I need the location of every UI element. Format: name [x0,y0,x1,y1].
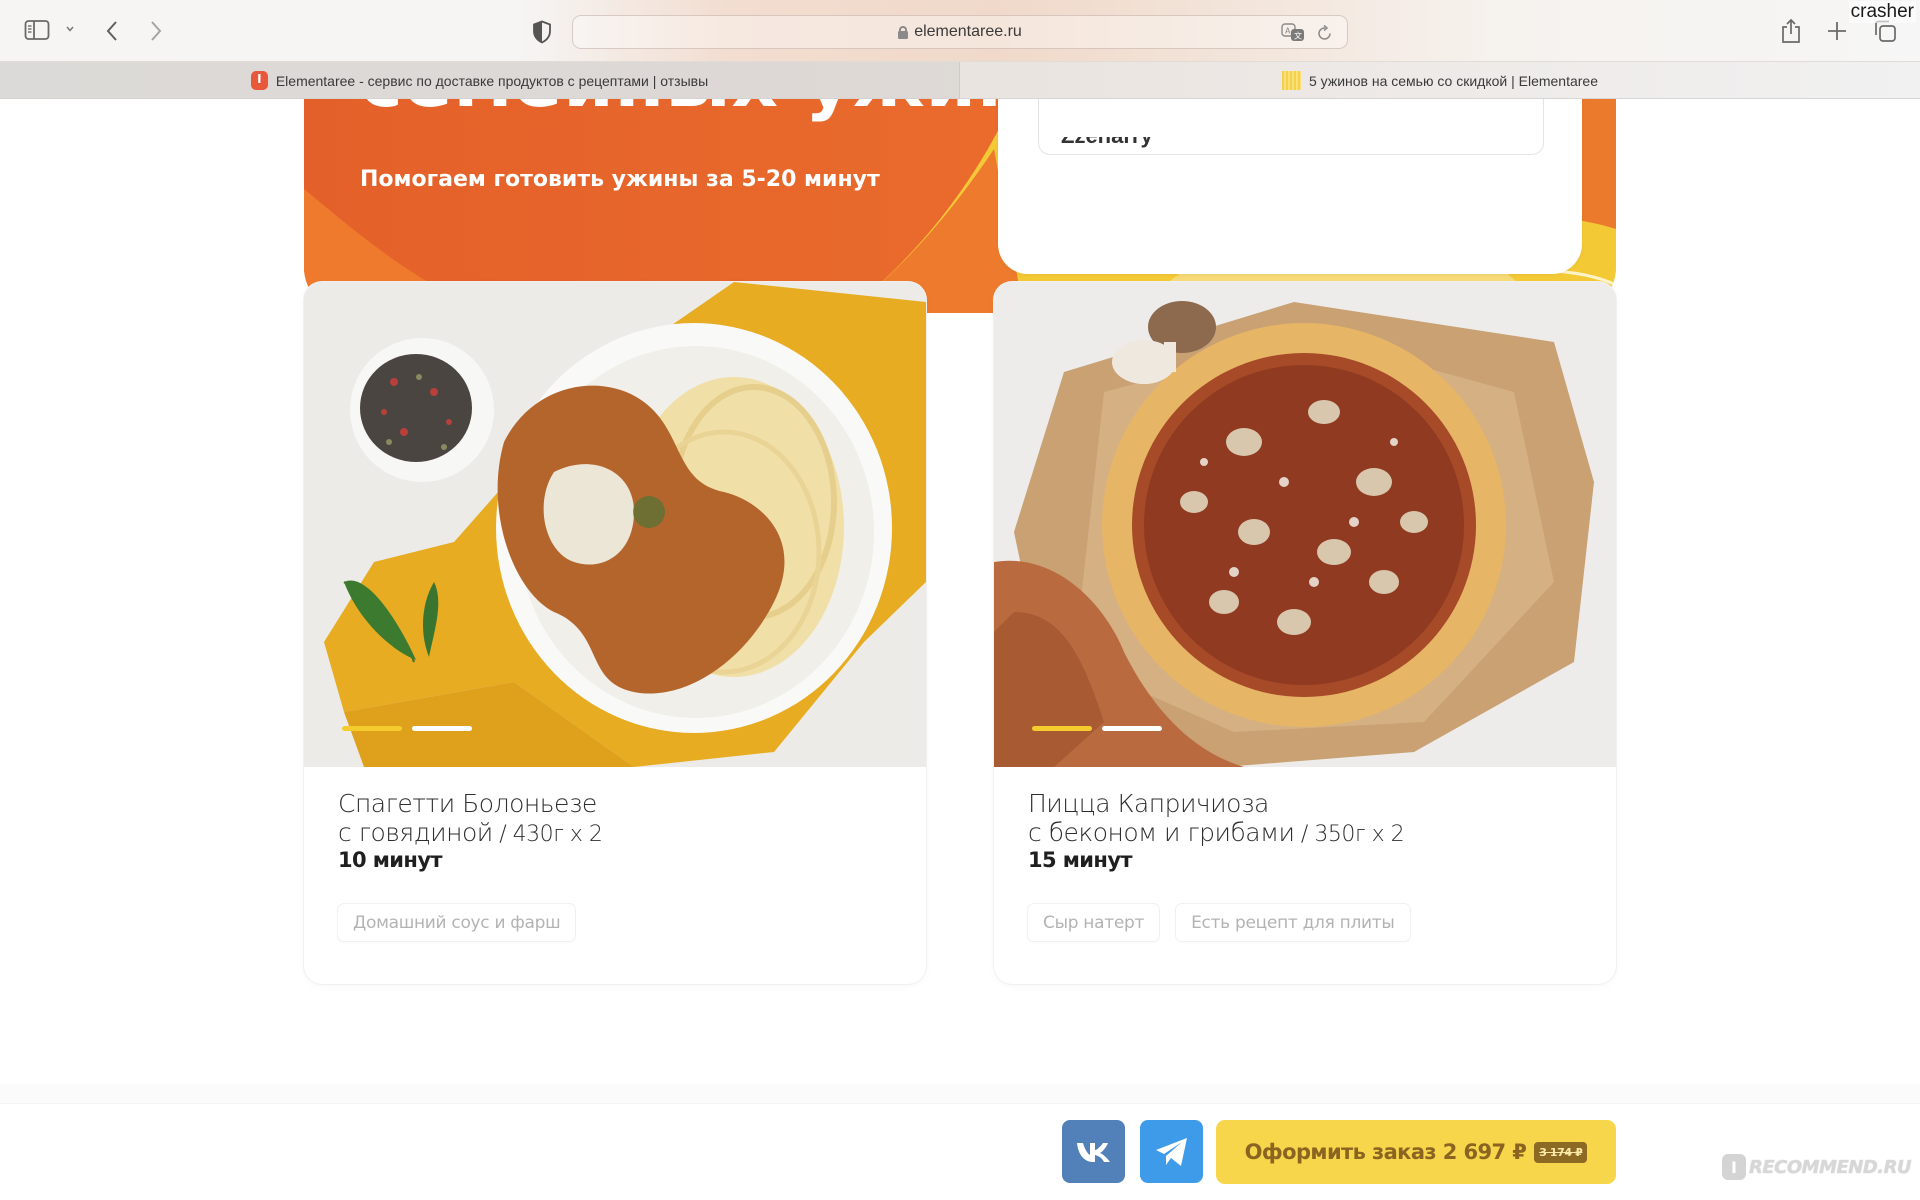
product-title-line1: Пицца Капричиоза [1028,789,1269,818]
product-title-line1: Спагетти Болоньезе [338,789,597,818]
checkout-label: Оформить заказ 2 697 ₽ [1244,1140,1527,1164]
irecommend-favicon-icon [250,71,268,90]
hero-banner: семейных ужинов Помогаем готовить ужины … [304,99,1616,313]
address-bar[interactable]: elementaree.ru A文 [572,15,1348,49]
telegram-button[interactable] [1140,1120,1203,1183]
slide-dot-active[interactable] [1032,726,1092,731]
product-photo-spaghetti[interactable] [304,282,926,767]
share-icon[interactable] [1780,18,1802,44]
product-title: Спагетти Болоньезе с говядиной / 430г х … [338,789,603,849]
slide-dot-active[interactable] [342,726,402,731]
cook-time: 10 минут [338,848,443,872]
product-photo-pizza[interactable] [994,282,1616,767]
tab-irecommend[interactable]: Elementaree - сервис по доставке продукт… [0,62,960,99]
slide-dot[interactable] [412,726,472,731]
old-price: 3 174 ₽ [1534,1141,1588,1163]
pizza-image [994,282,1616,767]
url-text: elementaree.ru [914,23,1022,40]
user-label: crasher [1848,1,1916,23]
footer-divider [0,1084,1920,1104]
reload-icon[interactable] [1317,24,1333,47]
svg-text:文: 文 [1294,31,1302,41]
hero-input-value: Zzenarry [1061,123,1153,148]
hero-form-card: Zzenarry [998,99,1582,274]
lock-icon [898,25,909,39]
slide-dot[interactable] [1102,726,1162,731]
product-tags: Домашний соус и фарш [338,904,576,941]
product-tags: Сыр натерт Есть рецепт для плиты [1028,904,1410,941]
sticky-order-bar [0,1103,1920,1200]
svg-text:A: A [1285,27,1291,36]
watermark-text: RECOMMEND.RU [1749,1156,1912,1178]
tab-title: Elementaree - сервис по доставке продукт… [275,72,709,89]
product-tag: Домашний соус и фарш [338,904,576,941]
web-page: семейных ужинов Помогаем готовить ужины … [0,99,1920,1200]
checkout-button[interactable]: Оформить заказ 2 697 ₽ 3 174 ₽ [1216,1120,1616,1184]
translate-icon[interactable]: A文 [1281,23,1305,48]
product-title: Пицца Капричиоза с беконом и грибами / 3… [1028,789,1405,849]
elementaree-favicon-icon [1282,71,1301,90]
product-tag: Есть рецепт для плиты [1176,904,1410,941]
irecommend-logo-icon: I [1722,1154,1746,1180]
product-weight: / 430г х 2 [492,822,603,847]
hero-subtitle: Помогаем готовить ужины за 5-20 минут [360,167,880,192]
browser-toolbar: elementaree.ru A文 crasher [0,0,1920,62]
vk-button[interactable] [1062,1120,1125,1183]
product-weight: / 350г х 2 [1294,822,1405,847]
spaghetti-image [304,282,926,767]
telegram-icon [1155,1137,1187,1166]
shield-icon[interactable] [532,20,552,44]
tab-title: 5 ужинов на семью со скидкой | Elementar… [1309,72,1598,89]
product-card[interactable]: Пицца Капричиоза с беконом и грибами / 3… [994,282,1616,984]
product-tag: Сыр натерт [1028,904,1160,941]
sidebar-icon[interactable] [24,19,50,41]
irecommend-watermark: I RECOMMEND.RU [1722,1154,1912,1180]
slide-indicator [1032,726,1162,731]
chevron-down-icon[interactable] [65,24,75,34]
product-title-line2: с говядиной [338,818,493,847]
vk-icon [1076,1142,1110,1162]
tab-elementaree[interactable]: 5 ужинов на семью со скидкой | Elementar… [960,62,1920,99]
hero-form-input[interactable]: Zzenarry [1038,99,1544,155]
chevron-right-icon[interactable] [148,19,164,43]
tab-bar: Elementaree - сервис по доставке продукт… [0,62,1920,99]
plus-icon[interactable] [1827,21,1847,41]
chevron-left-icon[interactable] [104,19,120,43]
slide-indicator [342,726,472,731]
product-title-line2: с беконом и грибами [1028,818,1295,847]
product-card[interactable]: Спагетти Болоньезе с говядиной / 430г х … [304,282,926,984]
cook-time: 15 минут [1028,848,1133,872]
